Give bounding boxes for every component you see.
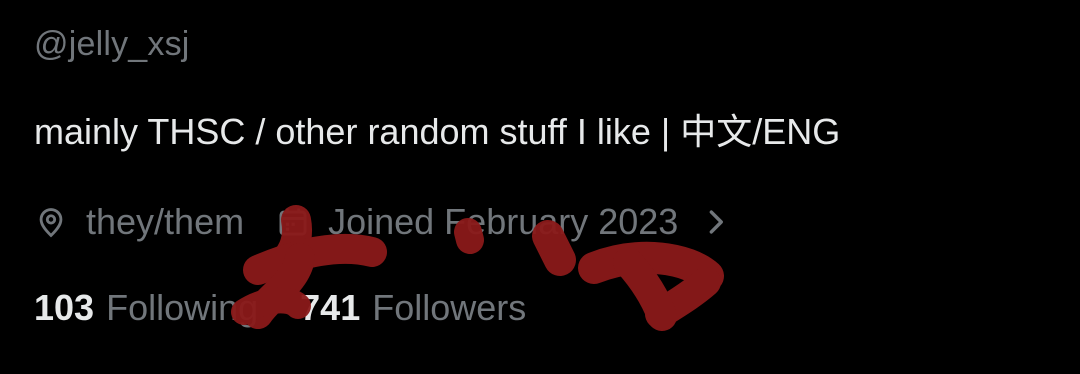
following-count: 103 bbox=[34, 287, 95, 328]
profile-stats-row: 103 Following 741 Followers bbox=[34, 284, 568, 332]
followers-link[interactable]: 741 Followers bbox=[300, 285, 526, 331]
pronouns-item: they/them bbox=[34, 199, 244, 245]
profile-handle: @jelly_xsj bbox=[34, 25, 190, 63]
location-pin-icon bbox=[34, 205, 68, 239]
profile-bio: mainly THSC / other random stuff I like … bbox=[34, 111, 841, 152]
following-label: Following bbox=[106, 287, 259, 328]
followers-count: 741 bbox=[300, 287, 361, 328]
profile-info: @jelly_xsj mainly THSC / other random st… bbox=[0, 0, 1080, 374]
chevron-right-icon[interactable] bbox=[704, 205, 730, 239]
calendar-icon bbox=[276, 205, 310, 239]
following-link[interactable]: 103 Following bbox=[34, 285, 258, 331]
pronouns-text: they/them bbox=[86, 201, 245, 242]
joined-text: Joined February 2023 bbox=[328, 201, 679, 242]
followers-label: Followers bbox=[372, 287, 527, 328]
joined-item: Joined February 2023 bbox=[276, 199, 678, 245]
profile-meta-row: they/them Joined February 2023 bbox=[34, 198, 730, 246]
